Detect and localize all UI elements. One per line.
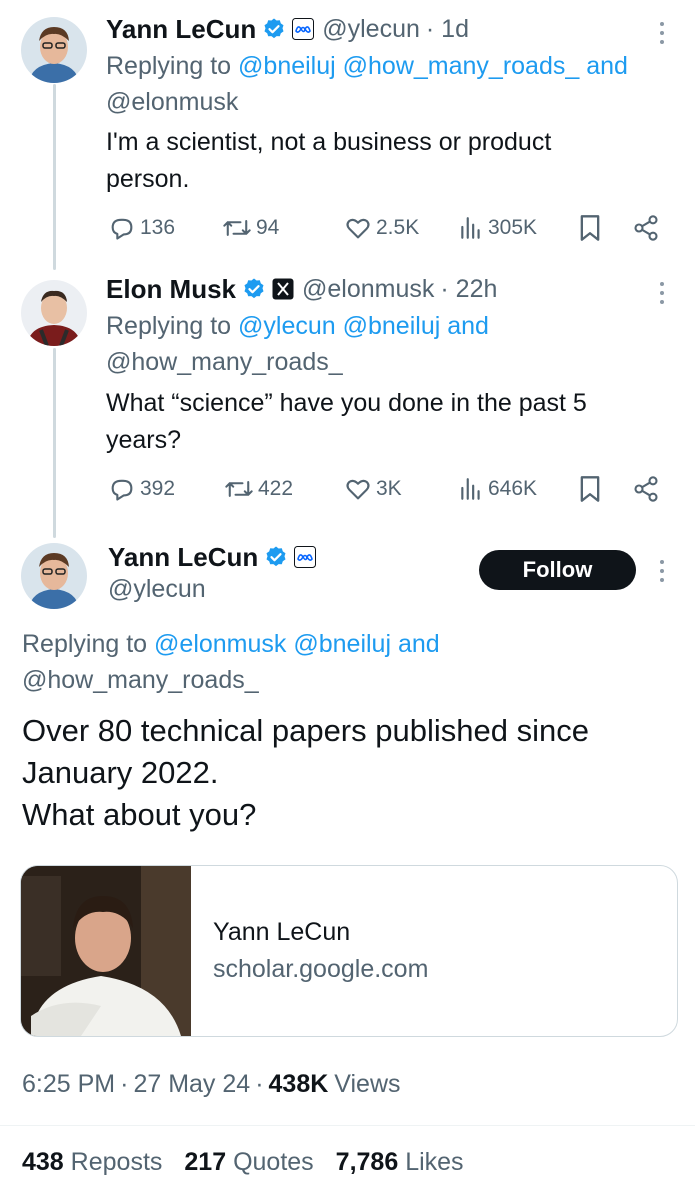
author-name[interactable]: Yann LeCun: [108, 542, 258, 573]
mention-link[interactable]: @ylecun @bneiluj and: [238, 312, 489, 340]
repost-button[interactable]: 94: [222, 214, 279, 242]
link-card-domain: scholar.google.com: [213, 955, 429, 983]
verified-icon: [266, 546, 286, 567]
share-icon[interactable]: [632, 475, 660, 503]
like-button[interactable]: 2.5K: [344, 214, 419, 242]
reply-button[interactable]: 136: [108, 214, 175, 242]
like-icon: [346, 479, 370, 500]
mention-link[interactable]: @bneiluj @how_many_roads_ and: [238, 52, 628, 80]
tweet-meta: 6:25 PM · 27 May 24 · 438K Views: [22, 1070, 401, 1099]
like-count: 3K: [376, 477, 402, 500]
x-affiliate-icon: [272, 278, 294, 300]
link-card-image: [21, 866, 191, 1036]
tweet-time[interactable]: · 1d: [426, 15, 469, 44]
author-handle[interactable]: @elonmusk: [302, 275, 434, 304]
reply-count: 392: [140, 477, 176, 500]
tweet-text: person.: [106, 165, 190, 193]
bookmark-icon[interactable]: [578, 214, 602, 242]
tweet-stats: 438 Reposts 217 Quotes 7,786 Likes: [22, 1148, 464, 1177]
avatar-elonmusk[interactable]: [21, 280, 87, 346]
reposts-stat[interactable]: 438 Reposts: [22, 1148, 162, 1177]
author-handle[interactable]: @ylecun: [322, 15, 420, 44]
link-card[interactable]: Yann LeCun scholar.google.com: [20, 865, 678, 1037]
replying-to: Replying to @bneiluj @how_many_roads_ an…: [106, 52, 628, 80]
thread-line: [53, 84, 56, 270]
reply-count: 136: [140, 216, 176, 239]
tweet-date[interactable]: 27 May 24: [133, 1070, 250, 1099]
like-icon: [346, 218, 370, 239]
author-handle[interactable]: @ylecun: [108, 575, 206, 604]
verified-icon: [244, 278, 264, 299]
author-name[interactable]: Elon Musk: [106, 274, 236, 305]
quotes-stat[interactable]: 217 Quotes: [184, 1148, 313, 1177]
tweet-time[interactable]: 6:25 PM: [22, 1070, 115, 1099]
tweet-text: Over 80 technical papers published since…: [22, 713, 589, 832]
tweet-time[interactable]: · 22h: [440, 275, 497, 304]
meta-affiliate-icon: [294, 546, 317, 568]
share-icon[interactable]: [632, 214, 660, 242]
views-count: 305K: [488, 216, 538, 239]
repost-icon: [223, 220, 251, 236]
bookmark-icon[interactable]: [578, 475, 602, 503]
views-icon: [461, 478, 480, 500]
views-icon: [461, 217, 480, 239]
tweet-text: What “science” have you done in the past…: [106, 389, 587, 417]
reply-icon: [111, 479, 133, 501]
like-count: 2.5K: [376, 216, 420, 239]
repost-count: 422: [258, 477, 294, 500]
reply-icon: [111, 218, 133, 240]
repost-icon: [225, 481, 253, 497]
avatar-ylecun[interactable]: [21, 17, 87, 83]
like-button[interactable]: 3K: [344, 475, 402, 503]
author-name[interactable]: Yann LeCun: [106, 14, 256, 45]
thread-line: [53, 348, 56, 538]
link-card-title: Yann LeCun: [213, 918, 351, 946]
mention-link[interactable]: @elonmusk @bneiluj and: [154, 630, 440, 658]
repost-button[interactable]: 422: [224, 475, 293, 503]
tweet-text: years?: [106, 426, 182, 454]
views-button[interactable]: 305K: [458, 214, 537, 242]
replying-to: Replying to @elonmusk @bneiluj and: [22, 630, 440, 658]
more-icon[interactable]: [660, 282, 666, 309]
replying-to: Replying to @ylecun @bneiluj and: [106, 312, 489, 340]
follow-button[interactable]: Follow: [479, 550, 636, 590]
mention-link[interactable]: @how_many_roads_: [22, 662, 259, 699]
repost-count: 94: [256, 216, 280, 239]
views-label: Views: [334, 1070, 401, 1098]
verified-icon: [264, 18, 284, 39]
mention-link[interactable]: @how_many_roads_: [106, 344, 343, 381]
more-icon[interactable]: [660, 22, 666, 49]
tweet-text: I'm a scientist, not a business or produ…: [106, 128, 552, 156]
views-count: 438K: [268, 1070, 329, 1098]
views-count: 646K: [488, 477, 538, 500]
reply-button[interactable]: 392: [108, 475, 175, 503]
more-icon[interactable]: [660, 560, 666, 587]
divider: [0, 1125, 695, 1126]
avatar-ylecun[interactable]: [21, 543, 87, 609]
mention-link[interactable]: @elonmusk: [106, 84, 238, 121]
meta-affiliate-icon: [292, 18, 315, 40]
likes-stat[interactable]: 7,786 Likes: [336, 1148, 464, 1177]
views-button[interactable]: 646K: [458, 475, 537, 503]
